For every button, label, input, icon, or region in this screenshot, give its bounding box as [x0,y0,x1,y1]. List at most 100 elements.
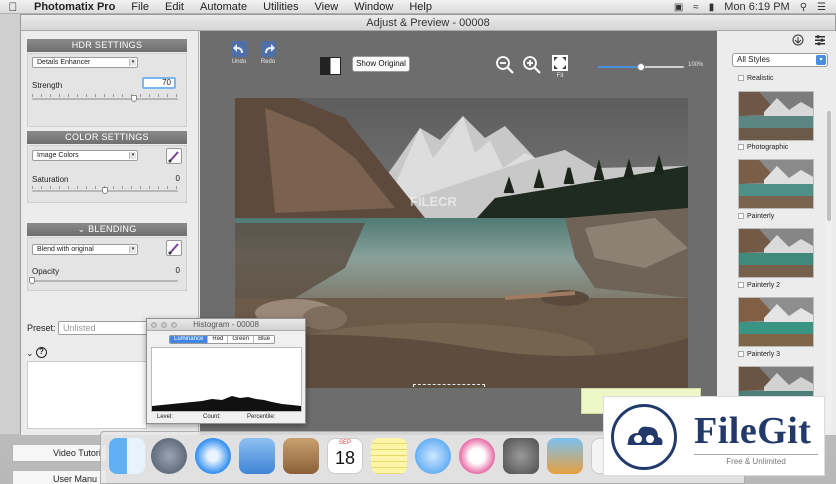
app-menu[interactable]: Photomatix Pro [26,0,123,14]
styles-scrollbar[interactable] [826,111,832,431]
battery-icon[interactable]: ▮ [709,2,715,13]
zoom-out-icon[interactable] [496,56,514,74]
tab-green[interactable]: Green [228,336,255,343]
mail-icon[interactable] [239,438,275,474]
color-settings-header[interactable]: COLOR SETTINGS [27,131,187,144]
histogram-plot[interactable] [151,347,302,412]
safari-icon[interactable] [195,438,231,474]
wifi-icon[interactable]: ≈ [693,2,699,13]
strength-label: Strength [32,81,63,90]
style-thumbnail-painterly-3[interactable] [738,297,814,347]
opacity-value: 0 [175,266,180,275]
finder-icon[interactable] [109,438,145,474]
style-name-text: Painterly [747,213,775,220]
style-checkbox[interactable] [738,144,744,150]
style-label-painterly-2[interactable]: Painterly 2 [738,282,780,289]
calendar-icon[interactable]: SEP 18 [327,438,363,474]
color-brush-button[interactable] [166,148,182,164]
menu-utilities[interactable]: Utilities [255,0,306,14]
hdr-settings-box: Details Enhancer ▾ Strength 70 [27,53,187,127]
style-label-painterly[interactable]: Painterly [738,213,774,220]
tonemap-method-select[interactable]: Details Enhancer ▾ [32,57,138,68]
histogram-channel-tabs: Luminance Red Green Blue [169,335,276,344]
tab-luminance[interactable]: Luminance [170,336,209,343]
collapse-chevron-icon[interactable]: ⌄ [26,348,34,359]
tab-blue[interactable]: Blue [254,336,274,343]
help-icon[interactable]: ? [36,347,47,358]
style-checkbox[interactable] [738,351,744,357]
preset-notes-area[interactable] [27,361,147,429]
chevron-updown-icon: ▾ [129,152,136,159]
strength-slider[interactable] [32,98,178,100]
histogram-title: Histogram - 00008 [193,320,259,329]
zoom-slider-knob[interactable] [637,63,645,71]
fit-label: Fit [556,73,564,79]
style-thumbnail-painterly-2[interactable] [738,228,814,278]
style-label-photographic[interactable]: Photographic [738,144,788,151]
minimize-window-icon[interactable] [161,322,167,328]
style-settings-icon[interactable] [814,34,826,46]
launchpad-icon[interactable] [151,438,187,474]
menu-help[interactable]: Help [401,0,440,14]
styles-scrollbar-thumb[interactable] [827,111,831,221]
redo-button[interactable]: Redo [256,41,280,65]
split-view-icon[interactable] [320,57,341,75]
preview-icon[interactable] [547,438,583,474]
menu-edit[interactable]: Edit [157,0,192,14]
style-thumbnail-photographic[interactable] [738,91,814,141]
strength-input[interactable]: 70 [142,77,176,89]
menu-view[interactable]: View [307,0,347,14]
undo-button[interactable]: Undo [227,41,251,65]
loupe-selection-rect[interactable] [413,384,485,388]
styles-filter-select[interactable]: All Styles ▾ [732,53,828,67]
export-styles-icon[interactable] [792,34,804,46]
apple-menu-icon[interactable]:  [0,0,26,14]
chevron-updown-icon: ▾ [816,55,826,65]
menu-list-icon[interactable]: ☰ [817,2,826,13]
system-preferences-icon[interactable] [503,438,539,474]
filegit-tagline: Free & Unlimited [694,454,818,466]
thumbnail-image [739,160,813,208]
close-window-icon[interactable] [151,322,157,328]
histogram-titlebar: Histogram - 00008 [147,319,305,331]
menu-automate[interactable]: Automate [192,0,255,14]
chevron-down-icon: ⌄ [77,224,89,234]
style-checkbox[interactable] [738,213,744,219]
notes-icon[interactable] [371,438,407,474]
histogram-level-label: Level: [157,414,174,420]
blend-brush-button[interactable] [166,240,182,256]
opacity-slider[interactable] [32,280,178,282]
menu-file[interactable]: File [123,0,157,14]
opacity-slider-knob[interactable] [29,277,35,284]
fit-button[interactable]: Fit [550,55,570,79]
search-icon[interactable]: ⚲ [800,2,807,13]
filegit-watermark: FileGit Free & Unlimited [603,396,825,476]
contacts-icon[interactable] [283,438,319,474]
strength-slider-knob[interactable] [131,95,138,102]
messages-icon[interactable] [415,438,451,474]
style-name-text: Painterly 2 [747,282,781,289]
hdr-settings-header[interactable]: HDR SETTINGS [27,39,187,52]
user-manual-button[interactable]: User Manu [12,470,107,484]
zoom-in-icon[interactable] [523,56,541,74]
color-mode-select[interactable]: Image Colors ▾ [32,150,138,161]
tab-red[interactable]: Red [208,336,229,343]
photo-status-icon[interactable]: ▣ [674,2,683,13]
blend-mode-select[interactable]: Blend with original ▾ [32,244,138,255]
zoom-slider[interactable] [598,63,684,71]
style-checkbox[interactable] [738,282,744,288]
zoom-window-icon[interactable] [171,322,177,328]
show-original-button[interactable]: Show Original [352,56,410,72]
style-checkbox[interactable] [738,75,744,81]
opacity-label: Opacity [32,267,60,276]
clock[interactable]: Mon 6:19 PM [724,1,789,13]
style-label-realistic[interactable]: Realistic [738,75,773,82]
paintbrush-icon [168,243,179,255]
video-tutorials-button[interactable]: Video Tutori [12,444,107,462]
style-label-painterly-3[interactable]: Painterly 3 [738,351,780,358]
blending-header[interactable]: ⌄ BLENDING [27,223,187,236]
style-thumbnail-painterly[interactable] [738,159,814,209]
menu-window[interactable]: Window [346,0,401,14]
itunes-icon[interactable] [459,438,495,474]
saturation-slider-knob[interactable] [102,187,108,194]
